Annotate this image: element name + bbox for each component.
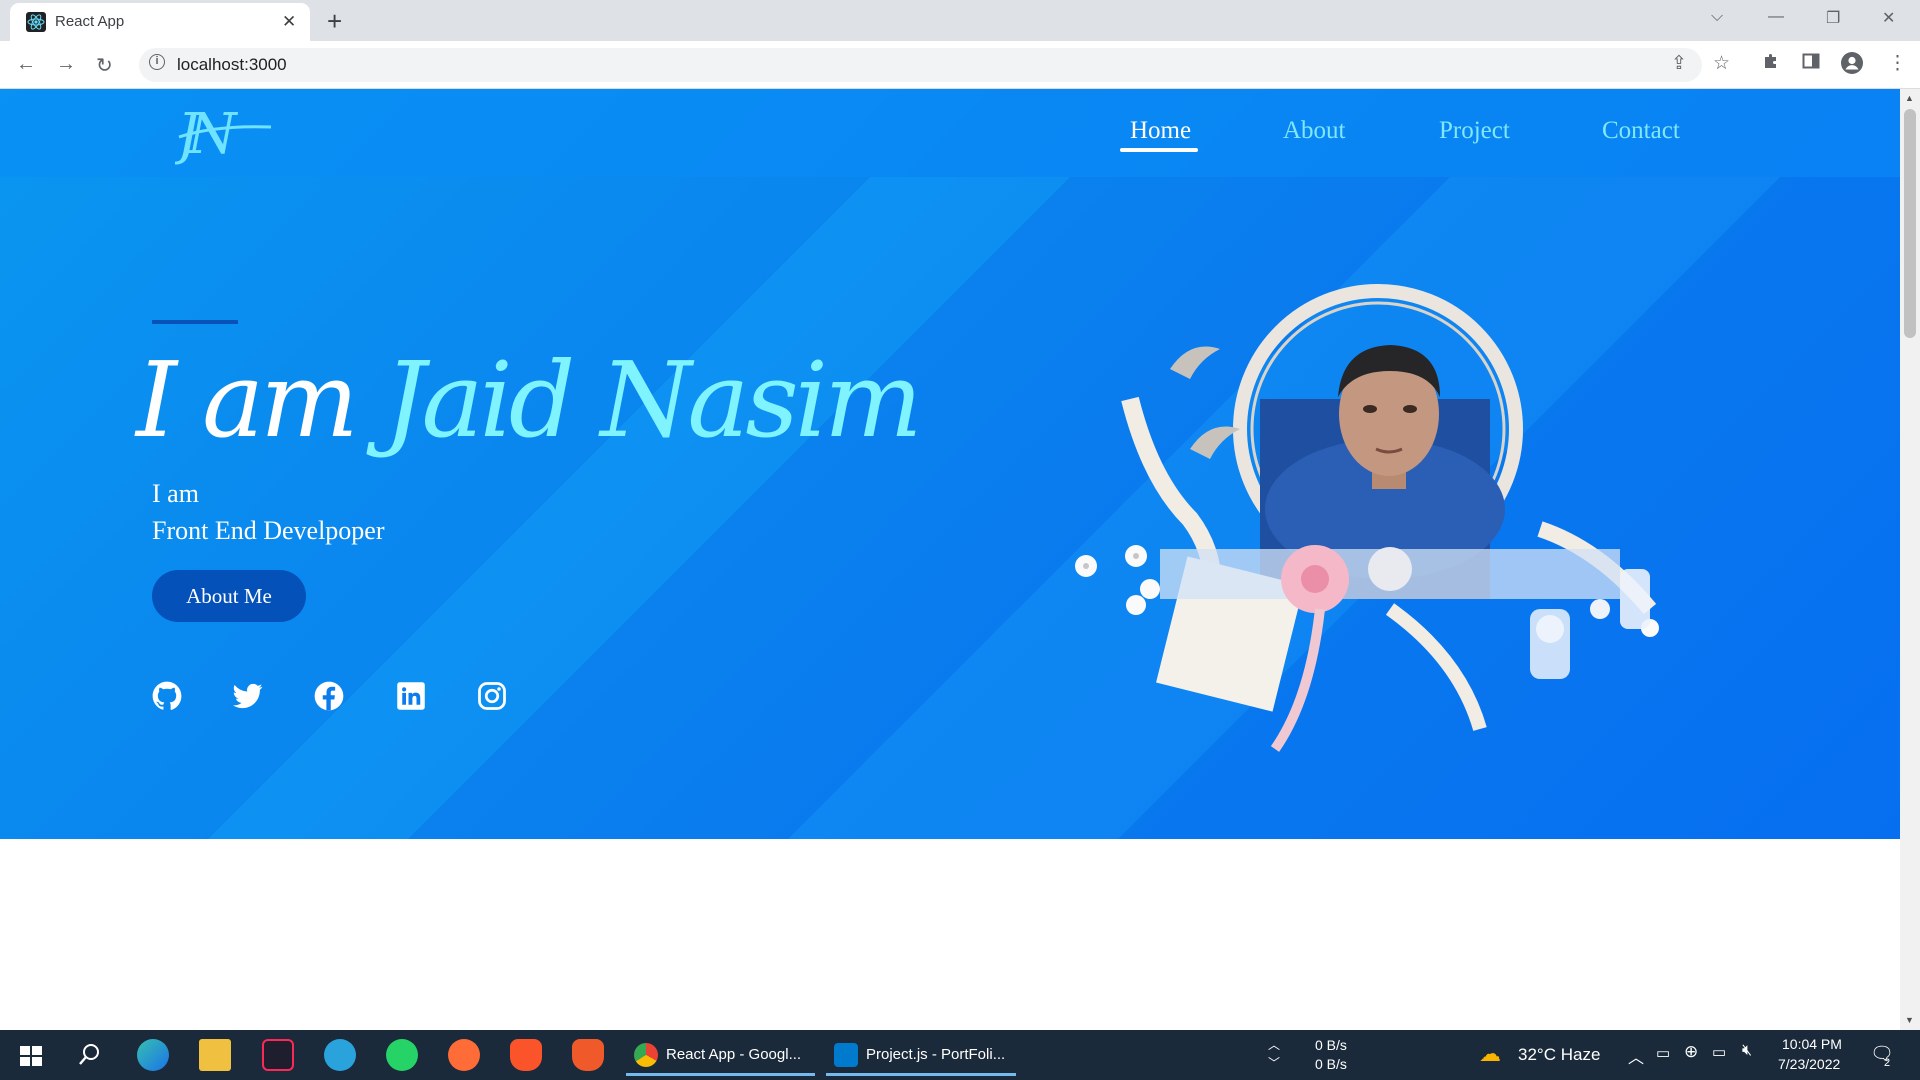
tab-close-icon[interactable]: ✕ bbox=[282, 12, 296, 32]
twitter-icon[interactable] bbox=[233, 681, 263, 711]
forward-arrow-icon[interactable]: → bbox=[56, 53, 76, 76]
windows-taskbar: React App - Googl... Project.js - PortFo… bbox=[0, 1030, 1920, 1080]
battery-icon[interactable]: ▭ bbox=[1712, 1043, 1726, 1061]
site-navbar: JN Home About Project Contact bbox=[0, 89, 1900, 177]
page-scrollbar[interactable]: ▲ ▼ bbox=[1900, 89, 1920, 1030]
scroll-down-arrow-icon[interactable]: ▼ bbox=[1905, 1015, 1914, 1025]
file-explorer-icon[interactable] bbox=[199, 1039, 231, 1071]
bookmark-star-icon[interactable]: ☆ bbox=[1713, 52, 1730, 75]
taskbar-window-chrome[interactable]: React App - Googl... bbox=[626, 1034, 815, 1076]
taskbar-window-label: React App - Googl... bbox=[666, 1046, 802, 1063]
reload-icon[interactable]: ↻ bbox=[96, 53, 113, 78]
facebook-icon[interactable] bbox=[314, 681, 344, 711]
taskbar-window-vscode[interactable]: Project.js - PortFoli... bbox=[826, 1034, 1016, 1076]
about-me-button[interactable]: About Me bbox=[152, 570, 306, 622]
hero-role-text: Front End Develpoper bbox=[152, 516, 385, 545]
meet-now-icon[interactable]: ▭ bbox=[1656, 1044, 1670, 1062]
browser-tab-strip: React App ✕ + ⌵ — ❐ ✕ bbox=[0, 0, 1920, 41]
tab-title: React App bbox=[55, 13, 125, 30]
network-globe-icon[interactable]: ⊕ bbox=[1684, 1042, 1698, 1062]
windows-start-icon[interactable] bbox=[15, 1039, 47, 1071]
browser-toolbar: ← → ↻ i localhost:3000 ⇪ ☆ ⋮ bbox=[0, 41, 1920, 89]
brave-browser-alt-icon[interactable] bbox=[572, 1039, 604, 1071]
network-down-arrow-icon: ﹀ bbox=[1268, 1056, 1281, 1070]
address-bar[interactable]: i localhost:3000 bbox=[139, 48, 1702, 82]
scrollbar-thumb[interactable] bbox=[1904, 109, 1916, 338]
instagram-icon[interactable] bbox=[477, 681, 507, 711]
show-hidden-icons-chevron-icon[interactable]: ︿ bbox=[1628, 1044, 1644, 1068]
new-tab-button[interactable]: + bbox=[327, 6, 342, 37]
weather-sun-cloud-icon[interactable]: ☁ bbox=[1479, 1041, 1501, 1067]
github-icon[interactable] bbox=[152, 681, 182, 711]
nav-link-contact[interactable]: Contact bbox=[1602, 117, 1680, 145]
network-upload-speed: 0 B/s bbox=[1315, 1037, 1347, 1053]
share-icon[interactable]: ⇪ bbox=[1671, 52, 1687, 75]
active-window-indicator bbox=[626, 1073, 815, 1076]
back-arrow-icon[interactable]: ← bbox=[16, 53, 36, 76]
postman-icon[interactable] bbox=[448, 1039, 480, 1071]
telegram-icon[interactable] bbox=[324, 1039, 356, 1071]
whatsapp-icon[interactable] bbox=[386, 1039, 418, 1071]
taskbar-window-label: Project.js - PortFoli... bbox=[866, 1046, 1006, 1063]
tab-search-chevron-icon[interactable]: ⌵ bbox=[1711, 8, 1723, 26]
notification-center-icon[interactable]: 🗨︎ bbox=[1870, 1042, 1894, 1066]
site-logo[interactable]: JN bbox=[167, 101, 275, 167]
network-download-speed: 0 B/s bbox=[1315, 1056, 1347, 1072]
clock-date[interactable]: 7/23/2022 bbox=[1778, 1056, 1840, 1072]
weather-text[interactable]: 32°C Haze bbox=[1518, 1045, 1600, 1065]
profile-portrait-image bbox=[1060, 279, 1685, 839]
chrome-icon bbox=[634, 1043, 658, 1067]
edge-browser-icon[interactable] bbox=[137, 1039, 169, 1071]
open-window-indicator bbox=[826, 1073, 1016, 1076]
nav-link-home[interactable]: Home bbox=[1130, 117, 1191, 145]
vscode-icon bbox=[834, 1043, 858, 1067]
react-favicon-icon bbox=[26, 12, 46, 32]
scroll-up-arrow-icon[interactable]: ▲ bbox=[1905, 93, 1914, 103]
hero-name: Jaid Nasim bbox=[383, 339, 923, 461]
side-panel-icon[interactable] bbox=[1802, 52, 1820, 76]
minimize-window-icon[interactable]: — bbox=[1768, 8, 1784, 26]
hero-intro-text: I am bbox=[152, 479, 199, 508]
hero-name-heading: I am Jaid Nasim bbox=[136, 339, 923, 461]
linkedin-icon[interactable] bbox=[396, 681, 426, 711]
close-window-icon[interactable]: ✕ bbox=[1882, 8, 1895, 28]
page-viewport: JN Home About Project Contact I am Jaid … bbox=[0, 89, 1900, 1030]
browser-tab-react-app[interactable]: React App ✕ bbox=[10, 3, 310, 41]
restore-window-icon[interactable]: ❐ bbox=[1826, 8, 1840, 28]
brave-browser-icon[interactable] bbox=[510, 1039, 542, 1071]
extensions-puzzle-icon[interactable] bbox=[1762, 52, 1780, 76]
nav-active-underline bbox=[1120, 148, 1198, 152]
clock-time[interactable]: 10:04 PM bbox=[1782, 1036, 1842, 1052]
intellij-idea-icon[interactable] bbox=[262, 1039, 294, 1071]
address-bar-url[interactable]: localhost:3000 bbox=[177, 55, 287, 75]
profile-avatar-icon[interactable] bbox=[1841, 52, 1863, 80]
heading-accent-bar bbox=[152, 320, 238, 324]
nav-link-about[interactable]: About bbox=[1283, 117, 1346, 145]
volume-muted-icon[interactable]: 🔇︎ bbox=[1742, 1042, 1752, 1060]
network-up-arrow-icon: ︿ bbox=[1268, 1038, 1281, 1052]
hero-section: JN Home About Project Contact I am Jaid … bbox=[0, 89, 1900, 839]
site-info-icon[interactable]: i bbox=[149, 54, 165, 70]
browser-menu-kebab-icon[interactable]: ⋮ bbox=[1888, 52, 1907, 75]
search-icon[interactable] bbox=[73, 1039, 105, 1071]
nav-link-project[interactable]: Project bbox=[1439, 117, 1510, 145]
hero-name-prefix: I am bbox=[136, 339, 359, 461]
notification-count-badge: 2 bbox=[1884, 1057, 1891, 1069]
